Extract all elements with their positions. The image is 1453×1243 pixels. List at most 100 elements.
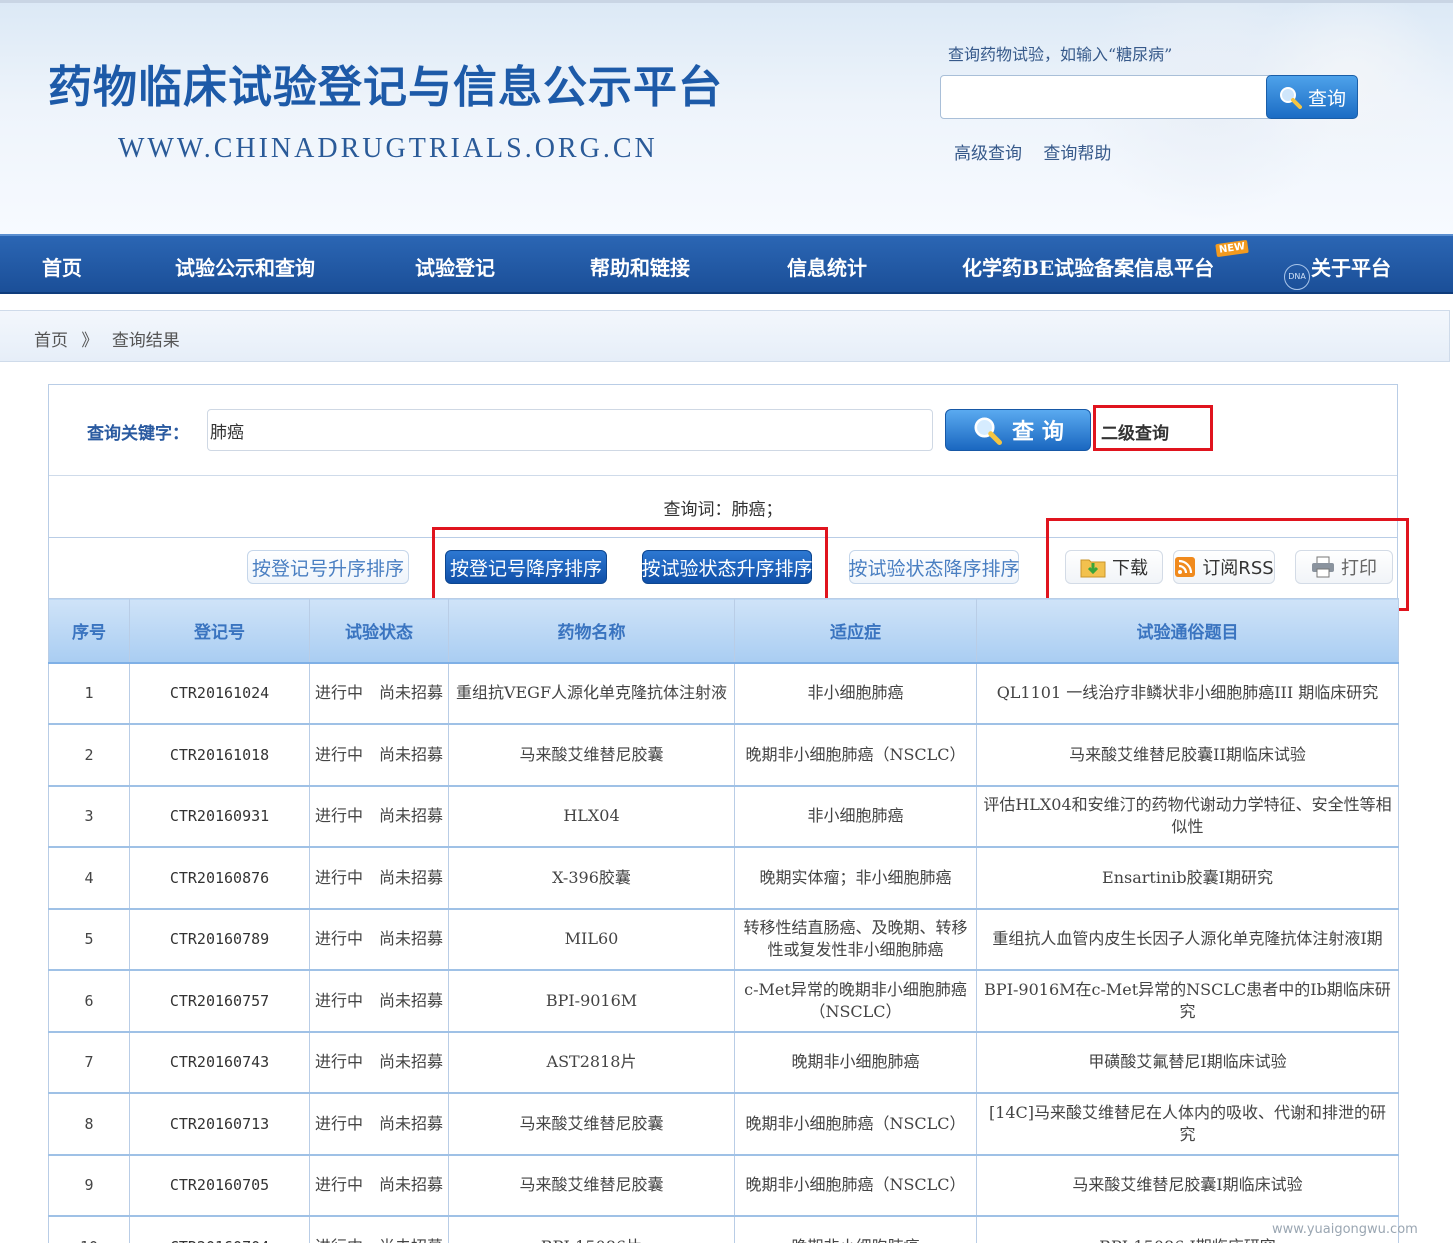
- dna-icon: DNA: [1284, 264, 1310, 290]
- nav-item-about[interactable]: 关于平台: [1311, 252, 1391, 281]
- nav-item-trials-query[interactable]: 试验公示和查询: [175, 252, 315, 281]
- row-index: 2: [48, 723, 130, 787]
- reg-no[interactable]: CTR20160704: [129, 1215, 310, 1243]
- nav-item-help-links[interactable]: 帮助和链接: [590, 252, 690, 281]
- search-icon: [974, 417, 1003, 445]
- row-index: 4: [48, 846, 130, 910]
- indication: c-Met异常的晚期非小细胞肺癌（NSCLC）: [734, 969, 977, 1033]
- reg-no[interactable]: CTR20160757: [129, 969, 310, 1033]
- download-button[interactable]: 下载: [1065, 550, 1163, 584]
- sort-toolbar: 按登记号升序排序 按登记号降序排序 按试验状态升序排序 按试验状态降序排序 下载…: [48, 538, 1398, 600]
- indication: 晚期非小细胞肺癌（NSCLC）: [734, 1092, 977, 1156]
- drug-name: 马来酸艾维替尼胶囊: [448, 1154, 735, 1217]
- indication: 非小细胞肺癌: [734, 785, 977, 848]
- reg-no[interactable]: CTR20160931: [129, 785, 310, 848]
- trial-status: 进行中 尚未招募: [309, 846, 449, 910]
- column-header-title: 试验通俗题目: [976, 598, 1399, 664]
- keyword-input[interactable]: [207, 409, 933, 451]
- secondary-search-link[interactable]: 二级查询: [1101, 419, 1169, 444]
- rss-icon: [1175, 557, 1196, 577]
- breadcrumb-current: 查询结果: [111, 331, 180, 351]
- print-button[interactable]: 打印: [1295, 550, 1393, 584]
- trial-title: 马来酸艾维替尼胶囊II期临床试验: [976, 723, 1399, 787]
- breadcrumb-home[interactable]: 首页: [34, 331, 68, 351]
- row-index: 7: [48, 1031, 130, 1094]
- download-icon: [1080, 559, 1106, 578]
- trial-status: 进行中 尚未招募: [309, 908, 449, 971]
- trial-status: 进行中 尚未招募: [309, 1031, 449, 1094]
- sort-status-desc-button[interactable]: 按试验状态降序排序: [849, 550, 1020, 584]
- divider: [49, 475, 1397, 476]
- indication: 晚期非小细胞肺癌: [734, 1215, 977, 1243]
- row-index: 3: [48, 785, 130, 848]
- reg-no[interactable]: CTR20160876: [129, 846, 310, 910]
- row-index: 8: [48, 1092, 130, 1156]
- table-row[interactable]: 4 CTR20160876 进行中 尚未招募 X-396胶囊 晚期实体瘤；非小细胞肺癌 E…: [48, 846, 1399, 910]
- row-index: 1: [48, 662, 130, 725]
- keyword-search-button[interactable]: 查 询: [945, 409, 1091, 451]
- reg-no[interactable]: CTR20161018: [129, 723, 310, 787]
- header-search-button[interactable]: 查询: [1266, 75, 1358, 119]
- drug-name: X-396胶囊: [448, 846, 735, 910]
- column-header-indication: 适应症: [734, 598, 977, 664]
- search-help-link[interactable]: 查询帮助: [1043, 144, 1111, 164]
- drug-name: 重组抗VEGF人源化单克隆抗体注射液: [448, 662, 735, 725]
- site-title[interactable]: 药物临床试验登记与信息公示平台: [48, 51, 723, 115]
- sort-status-asc-button[interactable]: 按试验状态升序排序: [642, 550, 813, 584]
- breadcrumb-separator: 》: [81, 331, 99, 351]
- new-badge: NEW: [1215, 239, 1249, 258]
- trial-title: 甲磺酸艾氟替尼Ⅰ期临床试验: [976, 1031, 1399, 1094]
- trial-status: 进行中 尚未招募: [309, 1215, 449, 1243]
- indication: 非小细胞肺癌: [734, 662, 977, 725]
- drug-name: MIL60: [448, 908, 735, 971]
- reg-no[interactable]: CTR20160705: [129, 1154, 310, 1217]
- printer-icon: [1312, 556, 1334, 578]
- nav-item-statistics[interactable]: 信息统计: [787, 252, 867, 281]
- reg-no[interactable]: CTR20160743: [129, 1031, 310, 1094]
- trial-title: 马来酸艾维替尼胶囊I期临床试验: [976, 1154, 1399, 1217]
- table-row[interactable]: 3 CTR20160931 进行中 尚未招募 HLX04 非小细胞肺癌 评估HLX04和安…: [48, 785, 1399, 848]
- table-row[interactable]: 7 CTR20160743 进行中 尚未招募 AST2818片 晚期非小细胞肺癌 甲磺酸艾…: [48, 1031, 1399, 1094]
- nav-item-home[interactable]: 首页: [42, 252, 82, 281]
- header-search-hint: 查询药物试验，如输入“糖尿病”: [948, 45, 1173, 64]
- nav-item-registration[interactable]: 试验登记: [415, 252, 495, 281]
- drug-name: HLX04: [448, 785, 735, 848]
- advanced-search-link[interactable]: 高级查询: [954, 144, 1022, 164]
- indication: 晚期非小细胞肺癌（NSCLC）: [734, 723, 977, 787]
- sort-regno-desc-button[interactable]: 按登记号降序排序: [445, 550, 607, 584]
- table-row[interactable]: 10CTR20160704进行中 尚未招募BPI-15086片晚期非小细胞肺癌B…: [48, 1215, 1399, 1243]
- drug-name: 马来酸艾维替尼胶囊: [448, 1092, 735, 1156]
- nav-item-be-platform[interactable]: 化学药BE试验备案信息平台: [962, 252, 1214, 281]
- table-row[interactable]: 5 CTR20160789 进行中 尚未招募 MIL60 转移性结直肠癌、及晚期、转移性…: [48, 908, 1399, 971]
- header-search-input[interactable]: [940, 75, 1270, 119]
- rss-subscribe-button[interactable]: 订阅RSS: [1173, 550, 1275, 584]
- table-row[interactable]: 9 CTR20160705 进行中 尚未招募 马来酸艾维替尼胶囊 晚期非小细胞肺癌（NS…: [48, 1154, 1399, 1217]
- row-index: 10: [48, 1215, 130, 1243]
- trial-status: 进行中 尚未招募: [309, 1154, 449, 1217]
- column-header-index: 序号: [48, 598, 130, 664]
- page: { "header": { "site_title": "药物临床试验登记与信息…: [0, 0, 1453, 1243]
- indication: 转移性结直肠癌、及晚期、转移性或复发性非小细胞肺癌: [734, 908, 977, 971]
- trial-title: QL1101 一线治疗非鳞状非小细胞肺癌III 期临床研究: [976, 662, 1399, 725]
- keyword-label: 查询关键字：: [87, 424, 189, 444]
- indication: 晚期非小细胞肺癌（NSCLC）: [734, 1154, 977, 1217]
- indication: 晚期实体瘤；非小细胞肺癌: [734, 846, 977, 910]
- trial-title: Ensartinib胶囊Ⅰ期研究: [976, 846, 1399, 910]
- trial-status: 进行中 尚未招募: [309, 1092, 449, 1156]
- table-row[interactable]: 1 CTR20161024 进行中 尚未招募 重组抗VEGF人源化单克隆抗体注射液 非小…: [48, 662, 1399, 725]
- reg-no[interactable]: CTR20160789: [129, 908, 310, 971]
- table-row[interactable]: 6 CTR20160757 进行中 尚未招募 BPI-9016M c-Met异常的晚期非…: [48, 969, 1399, 1033]
- drug-name: BPI-9016M: [448, 969, 735, 1033]
- query-words-summary: 查询词：肺癌；: [663, 500, 783, 520]
- sort-regno-asc-button[interactable]: 按登记号升序排序: [247, 550, 409, 584]
- table-row[interactable]: 8 CTR20160713 进行中 尚未招募 马来酸艾维替尼胶囊 晚期非小细胞肺癌（NS…: [48, 1092, 1399, 1156]
- breadcrumb: 首页 》 查询结果: [34, 326, 180, 351]
- reg-no[interactable]: CTR20160713: [129, 1092, 310, 1156]
- breadcrumb-bar: 首页 》 查询结果: [0, 310, 1450, 362]
- trial-status: 进行中 尚未招募: [309, 723, 449, 787]
- trial-title: BPI-9016M在c-Met异常的NSCLC患者中的Ib期临床研究: [976, 969, 1399, 1033]
- rss-label: 订阅RSS: [1202, 558, 1274, 579]
- table-row[interactable]: 2 CTR20161018 进行中 尚未招募 马来酸艾维替尼胶囊 晚期非小细胞肺癌（NS…: [48, 723, 1399, 787]
- trial-title: 评估HLX04和安维汀的药物代谢动力学特征、安全性等相似性: [976, 785, 1399, 848]
- reg-no[interactable]: CTR20161024: [129, 662, 310, 725]
